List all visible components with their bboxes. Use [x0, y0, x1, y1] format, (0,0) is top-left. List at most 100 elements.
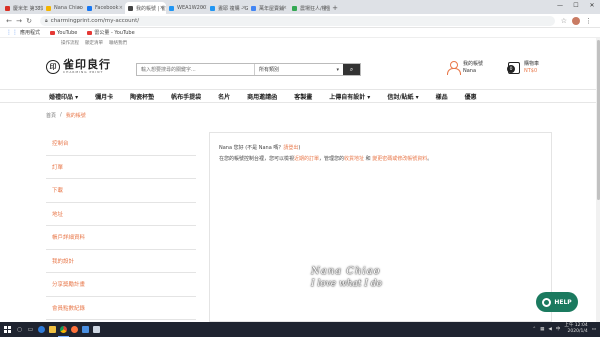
minimize-icon[interactable]: —: [552, 0, 568, 10]
account-label: 我的帳號: [463, 61, 484, 67]
account-link[interactable]: 我的帳號 Nana: [447, 61, 483, 75]
browser-tab[interactable]: 農場狂人/樓盤 ×: [289, 2, 330, 14]
taskbar-app[interactable]: [80, 322, 91, 337]
browser-tab[interactable]: 萬年屋賣鋪 ×: [248, 2, 289, 14]
taskbar-app[interactable]: [91, 322, 102, 337]
bookmark-youtube[interactable]: YouTube: [50, 30, 77, 36]
close-window-icon[interactable]: ✕: [584, 0, 600, 10]
firefox-icon: [71, 326, 78, 333]
close-icon[interactable]: ×: [201, 5, 205, 11]
nav-item[interactable]: 信封/貼紙 ▾: [387, 92, 418, 101]
browser-tab[interactable]: 慶米年 第32期 ×: [2, 2, 43, 14]
browser-tab[interactable]: Facebook ×: [84, 2, 125, 14]
top-link-process[interactable]: 操作流程: [61, 40, 79, 46]
nav-item[interactable]: 陶瓷杯墊: [130, 92, 154, 101]
nav-item[interactable]: 名片: [218, 92, 230, 101]
browser-tab[interactable]: Nana Chiao ×: [43, 2, 84, 14]
search-button[interactable]: ⌕: [343, 64, 360, 75]
nav-item[interactable]: 商用邀請函: [247, 92, 277, 101]
page-scrollbar[interactable]: [596, 38, 600, 322]
breadcrumb-home[interactable]: 首頁: [46, 112, 56, 119]
recent-orders-link[interactable]: 近期的訂單: [294, 156, 319, 162]
network-icon[interactable]: ▦: [540, 327, 544, 332]
maximize-icon[interactable]: ☐: [568, 0, 584, 10]
nav-item[interactable]: 樣品: [436, 92, 448, 101]
account-menu-item[interactable]: 地址: [46, 203, 196, 226]
close-icon[interactable]: ×: [160, 5, 164, 11]
account-menu-item[interactable]: 我的設計: [46, 250, 196, 273]
greeting-text: Nana 您好 (不是 Nana 嗎？請登出): [219, 143, 542, 154]
nav-item[interactable]: 婚禮印品 ▾: [49, 92, 78, 101]
bookmark-label: 應用程式: [20, 30, 41, 36]
start-button[interactable]: [0, 322, 14, 337]
forward-icon[interactable]: →: [14, 17, 24, 25]
browser-tab[interactable]: WEA1W2001 ×: [166, 2, 207, 14]
account-details-link[interactable]: 變更密碼或修改帳號資料: [372, 156, 427, 162]
account-menu-item[interactable]: 控制台: [46, 132, 196, 156]
close-icon[interactable]: ×: [324, 5, 328, 11]
close-icon[interactable]: ×: [78, 5, 82, 11]
nav-item[interactable]: 優惠: [465, 92, 477, 101]
clock[interactable]: 上午 12:04 2020/1/4: [564, 323, 587, 335]
bookmark-youtube-channel[interactable]: 雷公量 - YouTube: [87, 29, 135, 36]
site-logo[interactable]: 印 雀印良行 CHARMING PRINT: [46, 59, 111, 74]
category-label: 所有類別: [259, 67, 280, 73]
notification-icon[interactable]: ▭: [592, 327, 596, 332]
reload-icon[interactable]: ↻: [24, 17, 34, 25]
favicon-icon: [210, 5, 215, 11]
input-language[interactable]: 中: [556, 326, 561, 332]
dashboard-panel: Nana 您好 (不是 Nana 嗎？請登出) 在您的帳號控制台裡，您可以檢視近…: [209, 132, 552, 322]
top-link-contact[interactable]: 聯絡我們: [109, 40, 127, 46]
url-field[interactable]: 🔒︎ charmingprint.com/my-account/: [40, 15, 555, 26]
account-menu-item[interactable]: 會員點數紀錄: [46, 297, 196, 320]
bookmark-star-icon[interactable]: ☆: [561, 17, 567, 25]
favicon-icon: [128, 5, 133, 11]
profile-avatar[interactable]: [572, 16, 580, 25]
close-icon[interactable]: ×: [119, 5, 123, 11]
desc-text: 和: [365, 156, 371, 162]
nav-item[interactable]: 彌月卡: [95, 92, 113, 101]
favicon-icon: [87, 5, 92, 11]
search-icon: ⌕: [349, 65, 354, 73]
shipping-address-link[interactable]: 收貨地址: [344, 156, 364, 162]
taskbar-app[interactable]: [36, 322, 47, 337]
account-menu-item[interactable]: 下載: [46, 179, 196, 203]
task-view-icon[interactable]: ▭: [25, 326, 36, 333]
category-select[interactable]: 所有類別 ▾: [255, 64, 343, 75]
grid-icon: ⋮⋮: [6, 29, 18, 36]
new-tab-button[interactable]: +: [330, 2, 340, 14]
account-menu-item[interactable]: 訂單: [46, 156, 196, 179]
breadcrumb: 首頁 / 我的帳號: [46, 112, 86, 119]
taskbar-app[interactable]: [58, 322, 69, 337]
taskbar-app[interactable]: [47, 322, 58, 337]
cart-link[interactable]: 0 購物車 NT$0: [507, 61, 540, 75]
browser-tab[interactable]: 晝耶 複購 - Goo×: [207, 2, 248, 14]
nav-item[interactable]: 帆布手提袋: [171, 92, 201, 101]
nav-item[interactable]: 上傳自有設計 ▾: [329, 92, 370, 101]
search-icon[interactable]: ○: [14, 326, 25, 333]
logout-link[interactable]: 請登出: [283, 145, 298, 151]
browser-tab-bar: 慶米年 第32期×Nana Chiao×Facebook×我的帳號 | 雀印良行…: [0, 0, 600, 14]
favicon-icon: [251, 5, 256, 11]
tray-chevron-icon[interactable]: ⌃: [532, 327, 536, 332]
scrollbar-thumb[interactable]: [596, 40, 600, 200]
taskbar-app[interactable]: [69, 322, 80, 337]
volume-icon[interactable]: ◀: [548, 327, 551, 332]
bookmark-apps[interactable]: ⋮⋮ 應用程式: [6, 29, 40, 36]
help-button[interactable]: HELP: [536, 292, 578, 312]
close-icon[interactable]: ×: [283, 5, 287, 11]
nav-item[interactable]: 客製畫: [294, 92, 312, 101]
cart-label: 購物車: [524, 61, 540, 67]
browser-tab[interactable]: 我的帳號 | 雀印良行×: [125, 2, 166, 14]
menu-icon[interactable]: ⋮: [585, 17, 592, 25]
desc-text: 在您的帳號控制台裡，您可以檢視: [219, 156, 295, 162]
account-menu-item[interactable]: 帳戶詳細資料: [46, 226, 196, 250]
search-input[interactable]: [137, 64, 255, 75]
chrome-icon: [60, 325, 67, 333]
close-icon[interactable]: ×: [242, 5, 246, 11]
account-menu-item[interactable]: 分享獎勵計畫: [46, 273, 196, 297]
greeting-prefix: Nana 您好 (不是 Nana 嗎？: [219, 145, 284, 151]
back-icon[interactable]: ←: [4, 17, 14, 25]
top-link-list[interactable]: 顯定清單: [85, 40, 103, 46]
close-icon[interactable]: ×: [37, 5, 41, 11]
